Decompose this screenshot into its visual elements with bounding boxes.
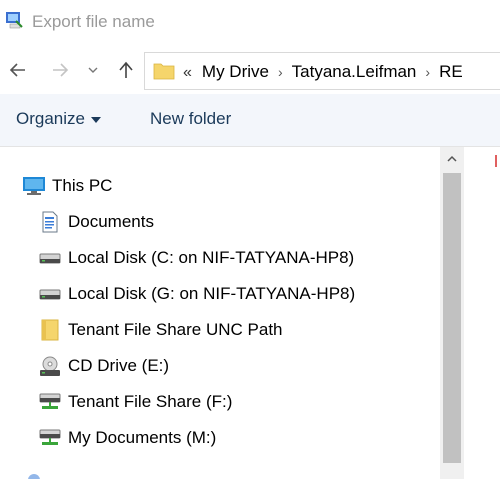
file-list-pane [464, 147, 500, 479]
tree-item-label: Local Disk (G: on NIF-TATYANA-HP8) [68, 284, 356, 303]
navigation-bar: « My Drive › Tatyana.Leifman › RE [0, 48, 500, 92]
tree-item-label: Tenant File Share (F:) [68, 392, 233, 411]
tree-scrollbar[interactable] [440, 147, 464, 479]
breadcrumb-separator-icon[interactable]: › [425, 64, 430, 80]
tree-item-network-partial[interactable] [22, 465, 52, 479]
tree-item-tenant-unc[interactable]: Tenant File Share UNC Path [38, 315, 283, 345]
new-folder-label: New folder [150, 109, 232, 128]
navigation-pane: This PC Documents Local Disk (C: on NIF-… [0, 147, 440, 479]
file-list-edge [495, 155, 497, 167]
tree-item-documents[interactable]: Documents [38, 207, 154, 237]
breadcrumb: « My Drive › Tatyana.Leifman › RE [183, 62, 463, 82]
up-button[interactable] [114, 58, 138, 82]
tree-item-tenant-share-f[interactable]: Tenant File Share (F:) [38, 387, 232, 417]
cd-drive-icon [38, 355, 62, 377]
breadcrumb-tatyana[interactable]: Tatyana.Leifman [292, 62, 417, 81]
scroll-thumb[interactable] [443, 173, 461, 463]
tree-item-label: CD Drive (E:) [68, 356, 170, 375]
chevron-down-icon [88, 67, 98, 73]
back-button[interactable] [6, 58, 30, 82]
breadcrumb-separator-icon[interactable]: › [278, 64, 283, 80]
tree-item-this-pc[interactable]: This PC [22, 171, 112, 201]
folder-icon [38, 319, 62, 341]
tree-item-label: Documents [68, 212, 154, 231]
title-bar: Export file name [0, 0, 500, 44]
tree-item-label: Local Disk (C: on NIF-TATYANA-HP8) [68, 248, 355, 267]
tree-item-my-documents-m[interactable]: My Documents (M:) [38, 423, 216, 453]
drive-icon [38, 283, 62, 305]
tree-item-label: My Documents (M:) [68, 428, 217, 447]
caret-down-icon [90, 116, 101, 123]
breadcrumb-my-drive[interactable]: My Drive [202, 62, 269, 81]
tree-item-label: Tenant File Share UNC Path [68, 320, 283, 339]
tree-item-cd-drive[interactable]: CD Drive (E:) [38, 351, 169, 381]
drive-icon [38, 247, 62, 269]
breadcrumb-overflow[interactable]: « [183, 64, 192, 81]
forward-button[interactable] [48, 58, 72, 82]
scroll-up-button[interactable] [440, 147, 464, 171]
tree-item-local-disk-c[interactable]: Local Disk (C: on NIF-TATYANA-HP8) [38, 243, 354, 273]
export-app-icon [6, 12, 23, 29]
organize-label: Organize [16, 109, 85, 128]
network-drive-icon [38, 391, 62, 413]
window-title: Export file name [32, 12, 155, 31]
address-bar[interactable]: « My Drive › Tatyana.Leifman › RE [144, 52, 500, 90]
tree-item-local-disk-g[interactable]: Local Disk (G: on NIF-TATYANA-HP8) [38, 279, 355, 309]
chevron-up-icon [447, 155, 457, 162]
organize-button[interactable]: Organize [16, 109, 101, 129]
new-folder-button[interactable]: New folder [150, 109, 231, 129]
breadcrumb-re[interactable]: RE [439, 62, 463, 81]
up-arrow-icon [119, 61, 133, 78]
forward-arrow-icon [53, 63, 69, 77]
computer-icon [22, 175, 46, 197]
document-icon [38, 211, 62, 233]
tree-item-label: This PC [52, 176, 113, 195]
command-toolbar: Organize New folder [0, 94, 500, 146]
back-arrow-icon [9, 63, 25, 77]
network-icon [22, 469, 46, 479]
folder-icon [153, 63, 175, 80]
network-drive-icon [38, 427, 62, 449]
recent-locations-button[interactable] [84, 58, 102, 82]
